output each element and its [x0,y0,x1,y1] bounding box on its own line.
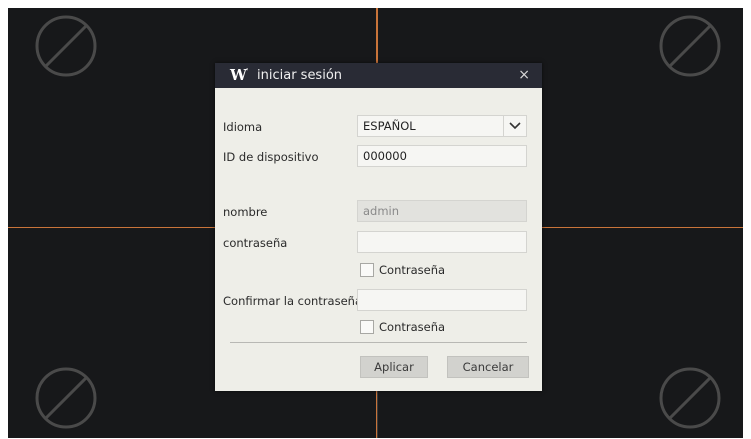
login-dialog: W' iniciar sesión × Idioma ESPAÑOL ID de… [215,63,542,391]
device-id-label: ID de dispositivo [223,150,319,164]
no-video-icon [657,365,723,431]
dialog-title: iniciar sesión [257,68,343,83]
divider [230,342,527,343]
device-id-field[interactable]: 000000 [357,145,527,167]
confirm-password-field[interactable] [357,289,527,311]
checkbox-box[interactable] [360,320,374,334]
brand-logo: W' [230,66,249,84]
show-confirm-password-label: Contraseña [379,320,446,334]
name-field: admin [357,200,527,222]
checkbox-box[interactable] [360,263,374,277]
no-video-icon [33,13,99,79]
name-label: nombre [223,205,268,219]
show-password-label: Contraseña [379,263,446,277]
language-value: ESPAÑOL [363,119,416,133]
confirm-password-label: Confirmar la contraseña [223,294,362,308]
show-password-checkbox[interactable]: Contraseña [360,263,445,277]
password-field[interactable] [357,231,527,253]
chevron-down-icon[interactable] [503,116,526,136]
password-label: contraseña [223,236,288,250]
device-id-value: 000000 [363,149,407,163]
name-value: admin [363,204,400,218]
language-label: Idioma [223,120,263,134]
show-confirm-password-checkbox[interactable]: Contraseña [360,320,445,334]
cancel-button[interactable]: Cancelar [447,356,529,378]
no-video-icon [657,13,723,79]
dialog-titlebar: W' iniciar sesión × [215,63,542,88]
no-video-icon [33,365,99,431]
close-icon[interactable]: × [518,67,530,83]
language-select[interactable]: ESPAÑOL [357,115,527,137]
apply-button[interactable]: Aplicar [360,356,428,378]
